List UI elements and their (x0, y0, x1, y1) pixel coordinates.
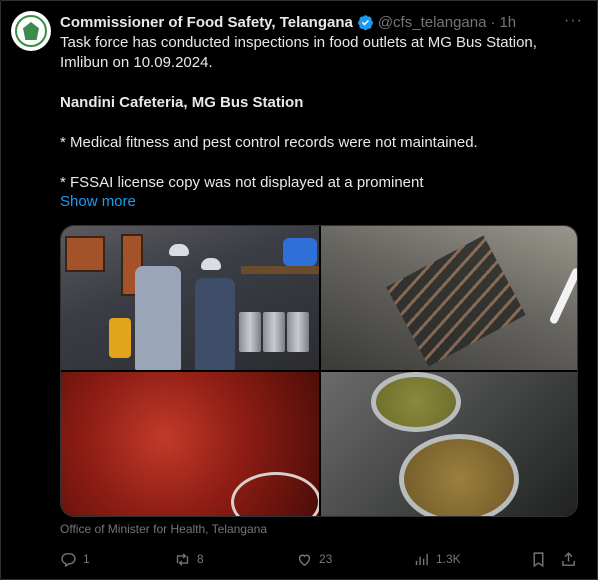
text-heading: Nandini Cafeteria, MG Bus Station (60, 94, 304, 111)
avatar[interactable] (11, 11, 51, 51)
bookmark-button[interactable] (530, 548, 547, 570)
author-name[interactable]: Commissioner of Food Safety, Telangana (60, 14, 353, 31)
verified-icon (357, 14, 373, 30)
show-more-link[interactable]: Show more (60, 193, 136, 210)
text-line-intro: Task force has conducted inspections in … (60, 34, 537, 71)
separator-dot: · (490, 13, 496, 31)
text-point-1: * Medical fitness and pest control recor… (60, 134, 478, 151)
photo-exhaust-grill[interactable] (321, 226, 577, 370)
views-button[interactable]: 1.3K (413, 548, 461, 570)
photo-food-closeup[interactable] (61, 372, 319, 516)
like-button[interactable]: 23 (296, 548, 332, 570)
share-button[interactable] (560, 548, 577, 570)
reply-button[interactable]: 1 (60, 548, 90, 570)
reply-icon (61, 552, 76, 567)
repost-count: 8 (197, 552, 204, 566)
more-icon[interactable]: ··· (564, 12, 583, 30)
media-grid (60, 225, 578, 517)
tweet-card[interactable]: Commissioner of Food Safety, Telangana @… (0, 0, 598, 580)
views-count: 1.3K (436, 552, 461, 566)
action-bar: 1 8 23 1.3K (60, 548, 580, 570)
like-icon (298, 554, 311, 566)
timestamp[interactable]: 1h (499, 14, 516, 31)
photo-inspectors-kitchen[interactable] (61, 226, 319, 370)
media-caption: Office of Minister for Health, Telangana (60, 522, 267, 536)
tweet-text: Task force has conducted inspections in … (60, 33, 580, 193)
repost-icon (176, 552, 189, 566)
share-icon (562, 551, 575, 566)
text-point-2: * FSSAI license copy was not displayed a… (60, 174, 424, 191)
repost-button[interactable]: 8 (174, 548, 204, 570)
tweet-header: Commissioner of Food Safety, Telangana @… (60, 12, 516, 32)
author-handle[interactable]: @cfs_telangana (378, 14, 487, 31)
like-count: 23 (319, 552, 333, 566)
reply-count: 1 (83, 552, 90, 566)
bookmark-icon (533, 551, 544, 567)
photo-food-containers[interactable] (321, 372, 577, 516)
emblem-logo (15, 15, 47, 47)
views-icon (415, 553, 428, 565)
